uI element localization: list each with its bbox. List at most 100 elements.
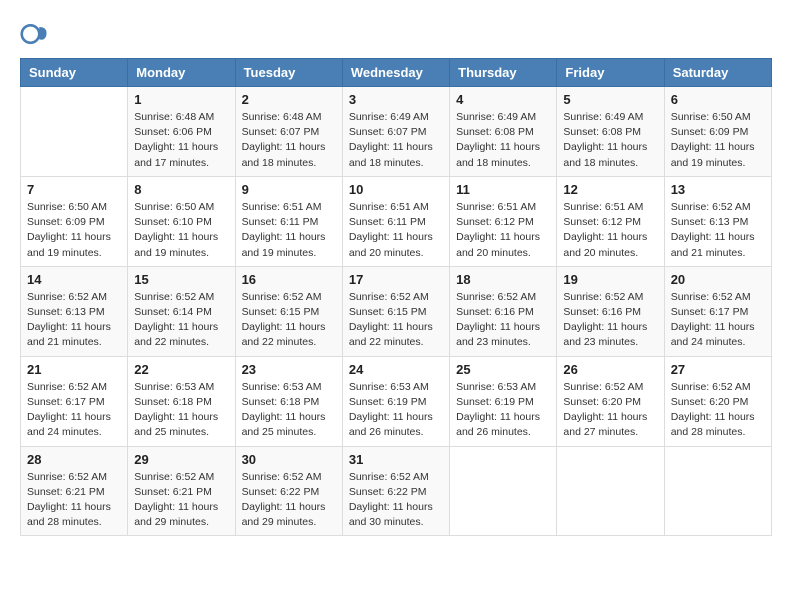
calendar-cell: 31 Sunrise: 6:52 AMSunset: 6:22 PMDayligh… bbox=[342, 446, 449, 536]
day-info: Sunrise: 6:48 AMSunset: 6:07 PMDaylight:… bbox=[242, 110, 336, 171]
day-number: 3 bbox=[349, 92, 443, 107]
calendar-cell: 19 Sunrise: 6:52 AMSunset: 6:16 PMDayligh… bbox=[557, 266, 664, 356]
day-number: 29 bbox=[134, 452, 228, 467]
day-info: Sunrise: 6:52 AMSunset: 6:13 PMDaylight:… bbox=[27, 290, 121, 351]
page-header bbox=[20, 20, 772, 48]
calendar-cell: 12 Sunrise: 6:51 AMSunset: 6:12 PMDayligh… bbox=[557, 176, 664, 266]
calendar-cell: 29 Sunrise: 6:52 AMSunset: 6:21 PMDayligh… bbox=[128, 446, 235, 536]
calendar-cell: 7Sunrise: 6:50 AMSunset: 6:09 PMDaylight… bbox=[21, 176, 128, 266]
calendar-cell: 27 Sunrise: 6:52 AMSunset: 6:20 PMDayligh… bbox=[664, 356, 771, 446]
day-info: Sunrise: 6:52 AMSunset: 6:17 PMDaylight:… bbox=[27, 380, 121, 441]
calendar-cell bbox=[557, 446, 664, 536]
calendar-cell: 18 Sunrise: 6:52 AMSunset: 6:16 PMDayligh… bbox=[450, 266, 557, 356]
calendar-week-row: 1 Sunrise: 6:48 AMSunset: 6:06 PMDaylight… bbox=[21, 87, 772, 177]
calendar-cell: 14 Sunrise: 6:52 AMSunset: 6:13 PMDayligh… bbox=[21, 266, 128, 356]
day-number: 22 bbox=[134, 362, 228, 377]
day-info: Sunrise: 6:48 AMSunset: 6:06 PMDaylight:… bbox=[134, 110, 228, 171]
calendar-cell bbox=[21, 87, 128, 177]
day-info: Sunrise: 6:52 AMSunset: 6:16 PMDaylight:… bbox=[456, 290, 550, 351]
day-number: 20 bbox=[671, 272, 765, 287]
day-info: Sunrise: 6:52 AMSunset: 6:22 PMDaylight:… bbox=[349, 470, 443, 531]
day-number: 21 bbox=[27, 362, 121, 377]
day-info: Sunrise: 6:51 AMSunset: 6:12 PMDaylight:… bbox=[456, 200, 550, 261]
day-number: 8 bbox=[134, 182, 228, 197]
calendar-cell: 11 Sunrise: 6:51 AMSunset: 6:12 PMDayligh… bbox=[450, 176, 557, 266]
calendar-cell: 3Sunrise: 6:49 AMSunset: 6:07 PMDaylight… bbox=[342, 87, 449, 177]
calendar-cell: 28 Sunrise: 6:52 AMSunset: 6:21 PMDayligh… bbox=[21, 446, 128, 536]
day-number: 19 bbox=[563, 272, 657, 287]
calendar-week-row: 28 Sunrise: 6:52 AMSunset: 6:21 PMDayligh… bbox=[21, 446, 772, 536]
calendar-cell: 25 Sunrise: 6:53 AMSunset: 6:19 PMDayligh… bbox=[450, 356, 557, 446]
calendar-cell: 9 Sunrise: 6:51 AMSunset: 6:11 PMDaylight… bbox=[235, 176, 342, 266]
day-info: Sunrise: 6:53 AMSunset: 6:19 PMDaylight:… bbox=[349, 380, 443, 441]
calendar-cell: 2 Sunrise: 6:48 AMSunset: 6:07 PMDaylight… bbox=[235, 87, 342, 177]
calendar-cell: 1 Sunrise: 6:48 AMSunset: 6:06 PMDaylight… bbox=[128, 87, 235, 177]
calendar-cell bbox=[664, 446, 771, 536]
weekday-header-saturday: Saturday bbox=[664, 59, 771, 87]
calendar-cell: 6Sunrise: 6:50 AMSunset: 6:09 PMDaylight… bbox=[664, 87, 771, 177]
day-info: Sunrise: 6:49 AMSunset: 6:08 PMDaylight:… bbox=[456, 110, 550, 171]
day-number: 13 bbox=[671, 182, 765, 197]
day-number: 10 bbox=[349, 182, 443, 197]
calendar-week-row: 21 Sunrise: 6:52 AMSunset: 6:17 PMDayligh… bbox=[21, 356, 772, 446]
day-number: 17 bbox=[349, 272, 443, 287]
day-info: Sunrise: 6:49 AMSunset: 6:08 PMDaylight:… bbox=[563, 110, 657, 171]
calendar-cell: 17Sunrise: 6:52 AMSunset: 6:15 PMDayligh… bbox=[342, 266, 449, 356]
day-number: 18 bbox=[456, 272, 550, 287]
day-info: Sunrise: 6:53 AMSunset: 6:18 PMDaylight:… bbox=[134, 380, 228, 441]
day-info: Sunrise: 6:50 AMSunset: 6:10 PMDaylight:… bbox=[134, 200, 228, 261]
day-number: 12 bbox=[563, 182, 657, 197]
day-info: Sunrise: 6:50 AMSunset: 6:09 PMDaylight:… bbox=[27, 200, 121, 261]
calendar-week-row: 14 Sunrise: 6:52 AMSunset: 6:13 PMDayligh… bbox=[21, 266, 772, 356]
weekday-header-tuesday: Tuesday bbox=[235, 59, 342, 87]
weekday-header-wednesday: Wednesday bbox=[342, 59, 449, 87]
calendar-cell: 22 Sunrise: 6:53 AMSunset: 6:18 PMDayligh… bbox=[128, 356, 235, 446]
calendar-cell: 21 Sunrise: 6:52 AMSunset: 6:17 PMDayligh… bbox=[21, 356, 128, 446]
day-number: 31 bbox=[349, 452, 443, 467]
day-info: Sunrise: 6:52 AMSunset: 6:16 PMDaylight:… bbox=[563, 290, 657, 351]
calendar-cell: 23Sunrise: 6:53 AMSunset: 6:18 PMDayligh… bbox=[235, 356, 342, 446]
weekday-header-thursday: Thursday bbox=[450, 59, 557, 87]
day-info: Sunrise: 6:51 AMSunset: 6:12 PMDaylight:… bbox=[563, 200, 657, 261]
day-number: 15 bbox=[134, 272, 228, 287]
calendar-week-row: 7Sunrise: 6:50 AMSunset: 6:09 PMDaylight… bbox=[21, 176, 772, 266]
day-info: Sunrise: 6:52 AMSunset: 6:13 PMDaylight:… bbox=[671, 200, 765, 261]
day-number: 9 bbox=[242, 182, 336, 197]
day-number: 6 bbox=[671, 92, 765, 107]
day-number: 30 bbox=[242, 452, 336, 467]
day-info: Sunrise: 6:52 AMSunset: 6:20 PMDaylight:… bbox=[671, 380, 765, 441]
calendar-table: SundayMondayTuesdayWednesdayThursdayFrid… bbox=[20, 58, 772, 536]
logo bbox=[20, 20, 52, 48]
calendar-cell: 16 Sunrise: 6:52 AMSunset: 6:15 PMDayligh… bbox=[235, 266, 342, 356]
calendar-cell: 4Sunrise: 6:49 AMSunset: 6:08 PMDaylight… bbox=[450, 87, 557, 177]
day-number: 23 bbox=[242, 362, 336, 377]
day-number: 27 bbox=[671, 362, 765, 377]
day-info: Sunrise: 6:52 AMSunset: 6:21 PMDaylight:… bbox=[27, 470, 121, 531]
day-number: 24 bbox=[349, 362, 443, 377]
day-info: Sunrise: 6:52 AMSunset: 6:22 PMDaylight:… bbox=[242, 470, 336, 531]
calendar-cell: 24 Sunrise: 6:53 AMSunset: 6:19 PMDayligh… bbox=[342, 356, 449, 446]
day-number: 2 bbox=[242, 92, 336, 107]
day-info: Sunrise: 6:52 AMSunset: 6:17 PMDaylight:… bbox=[671, 290, 765, 351]
calendar-cell: 26Sunrise: 6:52 AMSunset: 6:20 PMDayligh… bbox=[557, 356, 664, 446]
calendar-cell: 13 Sunrise: 6:52 AMSunset: 6:13 PMDayligh… bbox=[664, 176, 771, 266]
calendar-cell: 5 Sunrise: 6:49 AMSunset: 6:08 PMDaylight… bbox=[557, 87, 664, 177]
calendar-cell: 15 Sunrise: 6:52 AMSunset: 6:14 PMDayligh… bbox=[128, 266, 235, 356]
day-number: 1 bbox=[134, 92, 228, 107]
day-number: 11 bbox=[456, 182, 550, 197]
day-info: Sunrise: 6:52 AMSunset: 6:21 PMDaylight:… bbox=[134, 470, 228, 531]
day-info: Sunrise: 6:51 AMSunset: 6:11 PMDaylight:… bbox=[349, 200, 443, 261]
logo-icon bbox=[20, 20, 48, 48]
day-number: 28 bbox=[27, 452, 121, 467]
day-info: Sunrise: 6:53 AMSunset: 6:19 PMDaylight:… bbox=[456, 380, 550, 441]
day-info: Sunrise: 6:52 AMSunset: 6:15 PMDaylight:… bbox=[242, 290, 336, 351]
day-number: 16 bbox=[242, 272, 336, 287]
day-number: 25 bbox=[456, 362, 550, 377]
day-number: 5 bbox=[563, 92, 657, 107]
calendar-cell: 10 Sunrise: 6:51 AMSunset: 6:11 PMDayligh… bbox=[342, 176, 449, 266]
calendar-header-row: SundayMondayTuesdayWednesdayThursdayFrid… bbox=[21, 59, 772, 87]
day-info: Sunrise: 6:52 AMSunset: 6:14 PMDaylight:… bbox=[134, 290, 228, 351]
day-info: Sunrise: 6:51 AMSunset: 6:11 PMDaylight:… bbox=[242, 200, 336, 261]
weekday-header-sunday: Sunday bbox=[21, 59, 128, 87]
day-number: 14 bbox=[27, 272, 121, 287]
